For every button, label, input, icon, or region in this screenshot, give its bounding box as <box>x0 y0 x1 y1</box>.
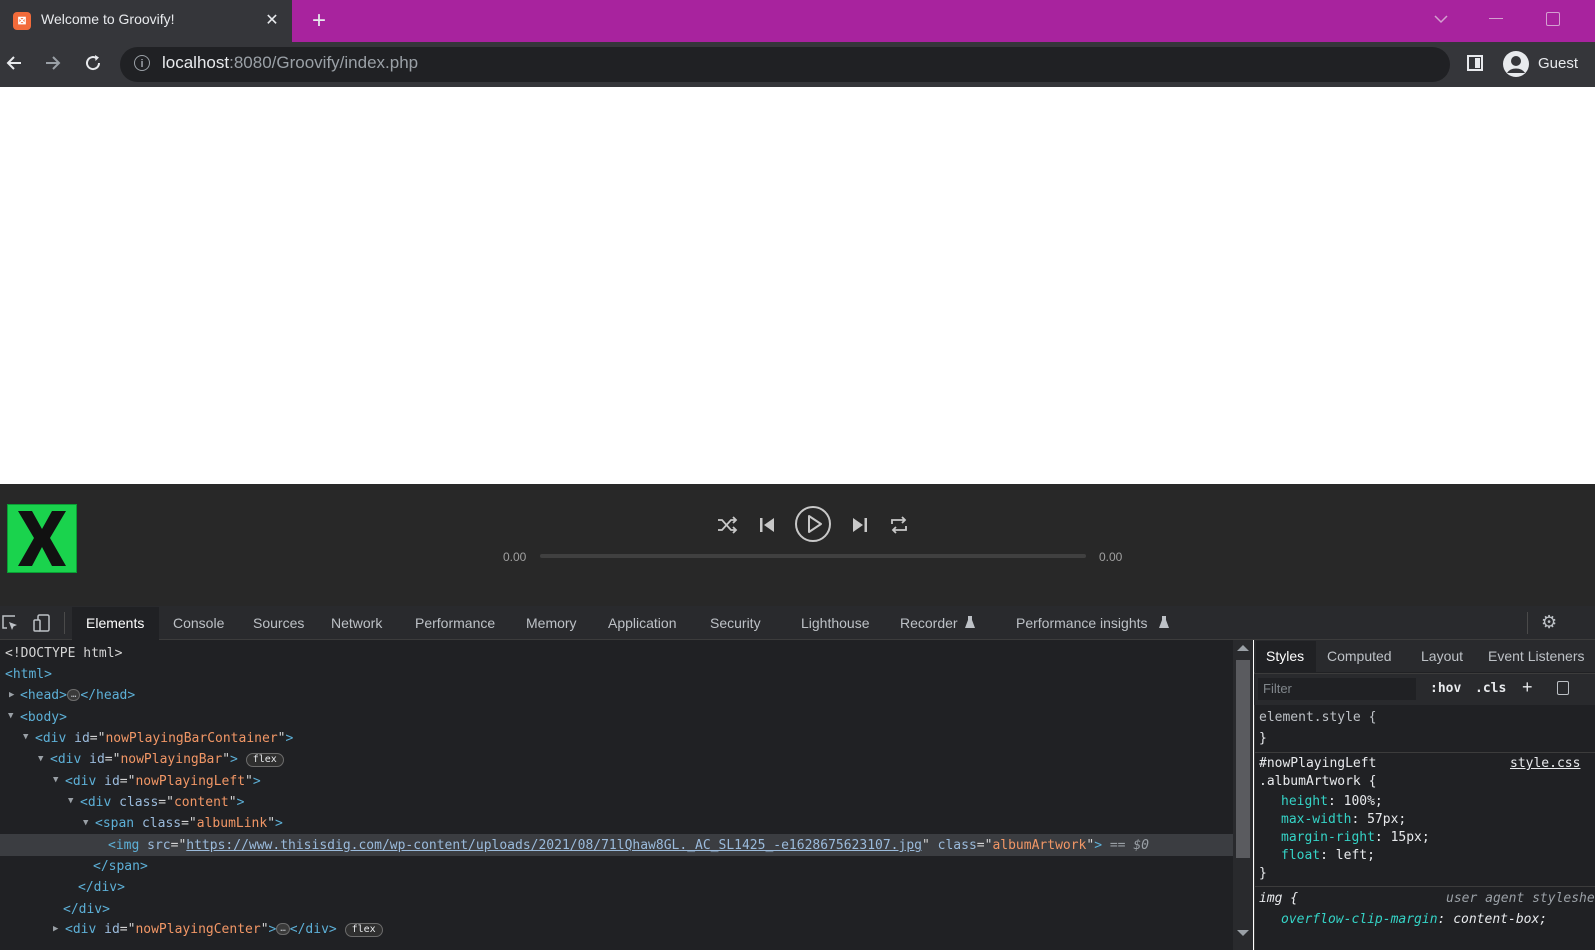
div-close-node[interactable]: </div> <box>78 880 125 896</box>
album-link-node[interactable]: <span class="albumLink"> <box>95 816 283 832</box>
divider <box>1254 886 1595 887</box>
gear-icon[interactable]: ⚙ <box>1541 612 1557 633</box>
album-artwork[interactable] <box>7 504 77 573</box>
bar-node[interactable]: <div id="nowPlayingBar"> flex <box>50 752 284 768</box>
css-property[interactable]: overflow-clip-margin: content-box; <box>1281 912 1547 928</box>
collapse-triangle-icon[interactable]: ▼ <box>23 732 28 742</box>
tab-event-listeners[interactable]: Event Listeners <box>1488 648 1595 664</box>
collapse-triangle-icon[interactable]: ▼ <box>38 754 43 764</box>
tab-performance-insights[interactable]: Performance insights <box>1016 615 1148 631</box>
tab-security[interactable]: Security <box>710 615 761 631</box>
collapse-triangle-icon[interactable]: ▼ <box>83 818 88 828</box>
rule1-source-link[interactable]: style.css <box>1510 756 1595 772</box>
expand-triangle-icon[interactable]: ▶ <box>53 924 58 934</box>
collapse-triangle-icon[interactable]: ▼ <box>8 711 13 721</box>
repeat-icon[interactable] <box>888 514 910 541</box>
forward-icon[interactable] <box>43 53 63 78</box>
rule2-source: user agent stylesheet <box>1446 891 1595 906</box>
add-rule-icon[interactable]: + <box>1522 677 1533 698</box>
page-content <box>0 87 1595 484</box>
head-node[interactable]: <head>… </head> <box>20 688 135 704</box>
new-tab-button[interactable]: + <box>308 7 330 35</box>
tab-application[interactable]: Application <box>608 615 677 631</box>
minimize-icon[interactable] <box>1489 18 1503 19</box>
div-close-node[interactable]: </div> <box>63 902 110 918</box>
html-node[interactable]: <html> <box>5 667 52 683</box>
close-brace: } <box>1259 731 1267 746</box>
body-node[interactable]: <body> <box>20 710 67 726</box>
scroll-thumb[interactable] <box>1236 660 1250 858</box>
css-property[interactable]: margin-right: 15px; <box>1281 830 1430 846</box>
shuffle-icon[interactable] <box>716 514 738 541</box>
side-panel-icon[interactable] <box>1467 55 1483 71</box>
divider <box>1527 612 1528 634</box>
tab-network[interactable]: Network <box>331 615 382 631</box>
device-toolbar-icon[interactable] <box>33 613 50 632</box>
css-property[interactable]: float: left; <box>1281 848 1375 864</box>
tab-search-icon[interactable] <box>1432 10 1450 33</box>
computed-sidebar-icon[interactable] <box>1557 681 1569 695</box>
tab-styles[interactable]: Styles <box>1266 648 1304 664</box>
xampp-favicon-icon: ⊠ <box>13 12 31 30</box>
tab-memory[interactable]: Memory <box>526 615 577 631</box>
styles-filter-input[interactable]: Filter <box>1258 678 1416 700</box>
scroll-down-icon[interactable] <box>1237 930 1249 936</box>
url-text[interactable]: localhost:8080/Groovify/index.php <box>162 53 418 73</box>
img-src-link[interactable]: https://www.thisisdig.com/wp-content/upl… <box>186 838 922 853</box>
next-track-icon[interactable] <box>850 515 870 540</box>
tab-sources[interactable]: Sources <box>253 615 304 631</box>
tab-title: Welcome to Groovify! <box>41 11 175 27</box>
back-icon[interactable] <box>4 53 24 78</box>
tab-close-icon[interactable]: ✕ <box>262 10 282 30</box>
inspect-element-icon[interactable] <box>1 614 17 630</box>
scroll-up-icon[interactable] <box>1237 645 1249 651</box>
left-node[interactable]: <div id="nowPlayingLeft"> <box>65 774 261 790</box>
collapse-triangle-icon[interactable]: ▼ <box>68 796 73 806</box>
content-node[interactable]: <div class="content"> <box>80 795 244 811</box>
tab-elements[interactable]: Elements <box>86 615 144 631</box>
close-brace: } <box>1259 866 1267 881</box>
cls-button[interactable]: .cls <box>1475 681 1506 696</box>
center-node[interactable]: <div id="nowPlayingCenter">… </div> flex <box>65 922 383 938</box>
css-property[interactable]: max-width: 57px; <box>1281 812 1406 828</box>
current-time: 0.00 <box>503 550 527 564</box>
reload-icon[interactable] <box>83 53 103 78</box>
play-button[interactable] <box>794 505 832 548</box>
rule2-selector[interactable]: img { <box>1259 891 1298 907</box>
devtools-tab-bar <box>0 606 1595 640</box>
rule1-selector-b[interactable]: .albumArtwork { <box>1259 774 1376 790</box>
divider <box>1254 752 1595 753</box>
tab-lighthouse[interactable]: Lighthouse <box>801 615 870 631</box>
profile-label[interactable]: Guest <box>1538 55 1578 72</box>
progress-bar[interactable] <box>540 554 1086 558</box>
tab-computed[interactable]: Computed <box>1327 648 1392 664</box>
doctype-node[interactable]: <!DOCTYPE html> <box>5 646 122 662</box>
img-node[interactable]: <img src="https://www.thisisdig.com/wp-c… <box>108 838 1149 854</box>
maximize-icon[interactable] <box>1546 12 1560 26</box>
tab-layout[interactable]: Layout <box>1421 648 1463 664</box>
total-time: 0.00 <box>1099 550 1123 564</box>
flex-badge[interactable]: flex <box>245 753 284 767</box>
profile-avatar-icon[interactable] <box>1503 51 1529 77</box>
experiment-flask-icon <box>1158 615 1170 634</box>
tab-performance[interactable]: Performance <box>415 615 495 631</box>
rule1-selector[interactable]: #nowPlayingLeft <box>1259 756 1376 772</box>
tab-console[interactable]: Console <box>173 615 224 631</box>
container-node[interactable]: <div id="nowPlayingBarContainer"> <box>35 731 293 747</box>
experiment-flask-icon <box>964 615 976 634</box>
previous-track-icon[interactable] <box>757 515 777 540</box>
collapse-triangle-icon[interactable]: ▼ <box>53 775 58 785</box>
element-style-selector[interactable]: element.style { <box>1259 710 1376 726</box>
site-info-icon[interactable]: i <box>134 55 150 71</box>
hov-button[interactable]: :hov <box>1430 681 1461 696</box>
span-close-node[interactable]: </span> <box>93 859 148 875</box>
tab-recorder[interactable]: Recorder <box>900 615 958 631</box>
css-property[interactable]: height: 100%; <box>1281 794 1383 810</box>
expand-triangle-icon[interactable]: ▶ <box>9 690 14 700</box>
divider <box>64 612 65 634</box>
